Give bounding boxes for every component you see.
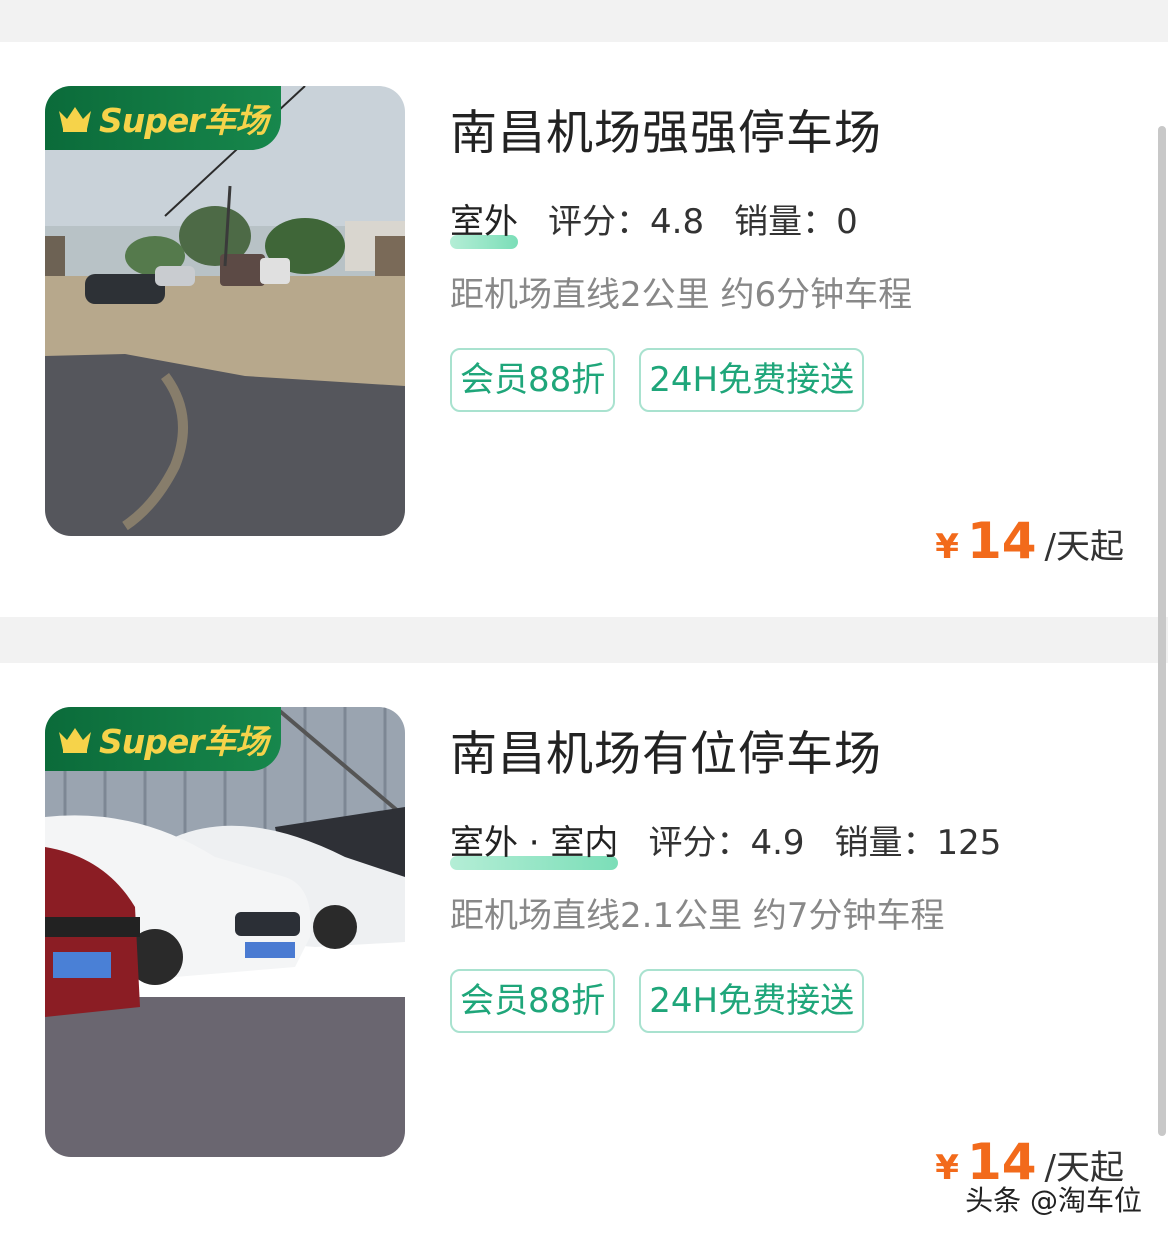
rating: 评分：4.9 [648, 815, 804, 864]
free-shuttle-tag: 24H免费接送 [639, 969, 865, 1033]
badge-label: Super车场 [99, 101, 269, 140]
member-discount-tag: 会员88折 [450, 348, 616, 412]
sales-value: 125 [936, 823, 1002, 863]
outdoor-lot-photo [45, 86, 405, 536]
crown-icon [59, 728, 91, 753]
distance-info: 距机场直线2.1公里 约7分钟车程 [450, 896, 945, 936]
rating-value: 4.8 [650, 202, 705, 242]
badge-label: Super车场 [99, 722, 269, 761]
lot-type-label: 室外 · 室内 [450, 823, 619, 863]
parking-lot-photo[interactable]: Super车场 [45, 86, 405, 536]
lot-type: 室外 [450, 194, 518, 249]
price-value: 14 [966, 512, 1037, 570]
currency-symbol: ¥ [935, 1148, 959, 1188]
rating-value: 4.9 [750, 823, 805, 863]
lot-type-label: 室外 [450, 202, 518, 242]
sales-label: 销量： [734, 202, 837, 242]
rating-label: 评分： [648, 823, 751, 863]
parking-lot-photo[interactable]: Super车场 [45, 707, 405, 1157]
price: ¥ 14 /天起 [935, 512, 1124, 570]
parking-lot-card[interactable]: Super车场 南昌机场强强停车场 室外 评分：4.8 销量：0 距机场直线2公… [0, 42, 1168, 617]
price-unit: /天起 [1044, 527, 1124, 567]
parking-lot-name[interactable]: 南昌机场有位停车场 [450, 715, 882, 784]
rating: 评分：4.8 [548, 194, 704, 243]
covered-lot-photo [45, 707, 405, 1157]
scrollbar[interactable] [1158, 126, 1166, 1136]
super-lot-badge: Super车场 [45, 707, 281, 771]
parking-lot-card[interactable]: Super车场 南昌机场有位停车场 室外 · 室内 评分：4.9 销量：125 … [0, 663, 1168, 1245]
member-discount-tag: 会员88折 [450, 969, 616, 1033]
sales: 销量：125 [835, 815, 1002, 864]
source-watermark: 头条 @淘车位 [965, 1184, 1142, 1217]
crown-icon [59, 107, 91, 132]
currency-symbol: ¥ [935, 527, 959, 567]
parking-lot-meta: 室外 · 室内 评分：4.9 销量：125 [450, 815, 1031, 870]
parking-lot-name[interactable]: 南昌机场强强停车场 [450, 94, 882, 163]
feature-tags: 会员88折 24H免费接送 [450, 348, 865, 412]
lot-type: 室外 · 室内 [450, 815, 619, 870]
rating-label: 评分： [548, 202, 650, 242]
parking-lot-meta: 室外 评分：4.8 销量：0 [450, 194, 888, 249]
feature-tags: 会员88折 24H免费接送 [450, 969, 865, 1033]
distance-info: 距机场直线2公里 约6分钟车程 [450, 275, 913, 315]
sales-value: 0 [836, 202, 858, 242]
sales-label: 销量： [834, 823, 937, 863]
super-lot-badge: Super车场 [45, 86, 281, 150]
sales: 销量：0 [734, 194, 858, 243]
free-shuttle-tag: 24H免费接送 [639, 348, 865, 412]
